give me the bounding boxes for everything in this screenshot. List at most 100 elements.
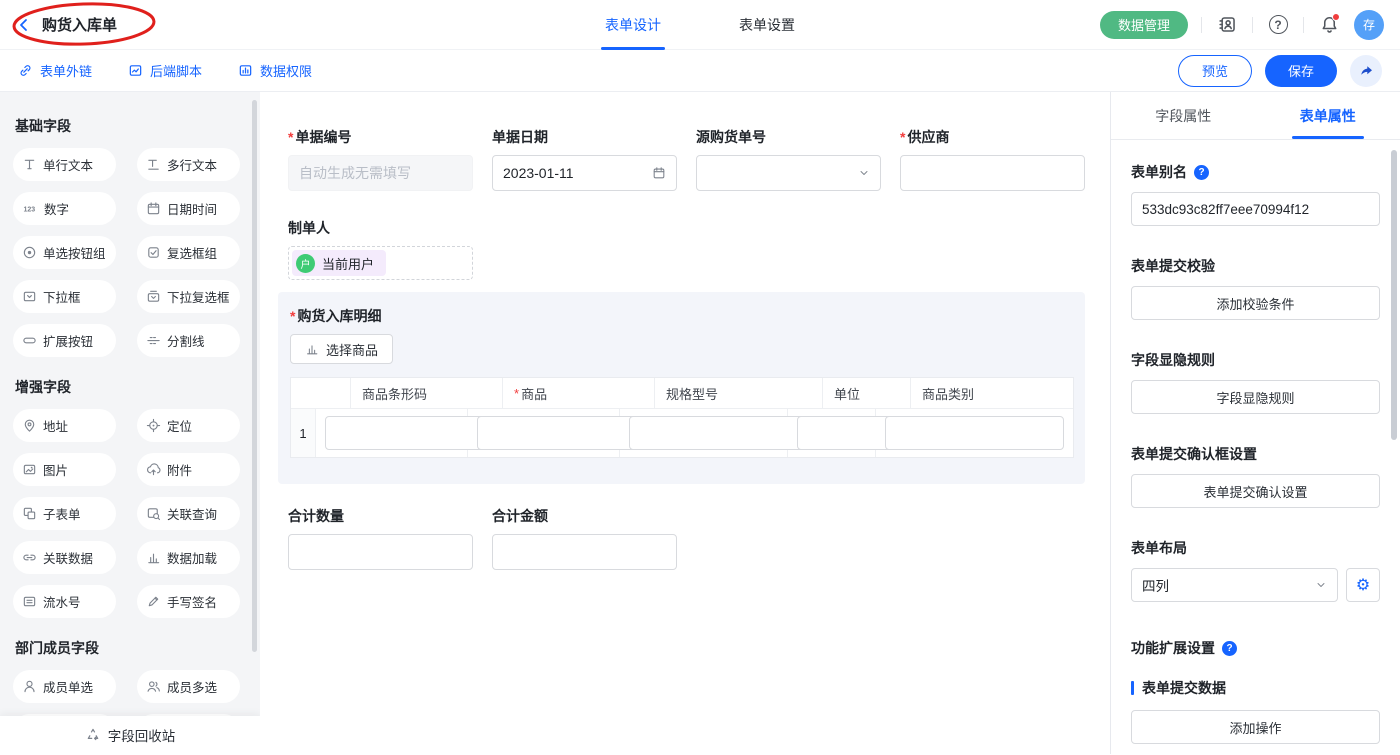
category-cell-input[interactable] <box>885 416 1064 450</box>
total-qty-input[interactable] <box>299 544 462 560</box>
column-header-unit: 单位 <box>823 378 911 409</box>
calendar-icon <box>146 201 161 216</box>
column-header-spec: 规格型号 <box>655 378 823 409</box>
sidebar-item-attachment[interactable]: 附件 <box>137 453 240 486</box>
sidebar-item-extend-button[interactable]: 扩展按钮 <box>13 324 116 357</box>
field-source-order[interactable]: 源购货单号 <box>696 128 881 191</box>
sidebar-item-checkbox-group[interactable]: 复选框组 <box>137 236 240 269</box>
header-tabs: 表单设计 表单设置 <box>601 0 799 50</box>
sidebar-item-serial-number[interactable]: 流水号 <box>13 585 116 618</box>
sidebar-item-related-data[interactable]: 关联数据 <box>13 541 116 574</box>
column-header-category: 商品类别 <box>911 378 1073 409</box>
source-order-select[interactable] <box>696 155 881 191</box>
doc-date-input[interactable]: 2023-01-11 <box>492 155 677 191</box>
supplier-input[interactable] <box>911 165 1074 181</box>
sidebar-item-data-load[interactable]: 数据加载 <box>137 541 240 574</box>
sidebar-item-member-multi[interactable]: 成员多选 <box>137 670 240 703</box>
sidebar-item-subform[interactable]: 子表单 <box>13 497 116 530</box>
extend-button-icon <box>22 333 37 348</box>
current-user-tag[interactable]: 户 当前用户 <box>292 250 386 276</box>
locate-target-icon <box>146 418 161 433</box>
radio-icon <box>22 245 37 260</box>
tab-form-properties[interactable]: 表单属性 <box>1256 92 1400 139</box>
help-icon[interactable]: ? <box>1266 13 1290 37</box>
save-button[interactable]: 保存 <box>1265 55 1337 87</box>
submit-confirm-label: 表单提交确认框设置 <box>1131 444 1380 464</box>
field-doc-no[interactable]: *单据编号 <box>288 128 473 191</box>
detail-table: 商品条形码 *商品 规格型号 单位 商品类别 1 <box>290 377 1074 458</box>
submit-confirm-button[interactable]: 表单提交确认设置 <box>1131 474 1380 508</box>
data-permission-icon <box>238 63 253 78</box>
help-icon[interactable]: ? <box>1194 165 1209 180</box>
field-total-amount[interactable]: 合计金额 <box>492 507 677 570</box>
form-alias-input[interactable] <box>1142 202 1369 217</box>
sidebar-scrollbar[interactable] <box>252 100 257 652</box>
select-product-button[interactable]: 选择商品 <box>290 334 393 364</box>
properties-panel: 字段属性 表单属性 表单别名 ? 表单提交校验 添加校验条件 字段显隐规则 字段… <box>1110 92 1400 754</box>
sidebar-item-dropdown[interactable]: 下拉框 <box>13 280 116 313</box>
field-creator[interactable]: 制单人 户 当前用户 <box>288 219 1085 280</box>
avatar[interactable]: 存 <box>1354 10 1384 40</box>
spec-cell-input[interactable] <box>629 416 808 450</box>
form-layout-select[interactable]: 四列 <box>1131 568 1338 602</box>
sidebar-item-related-query[interactable]: 关联查询 <box>137 497 240 530</box>
user-avatar-icon: 户 <box>296 254 315 273</box>
data-permission-link[interactable]: 数据权限 <box>238 61 312 80</box>
sidebar-item-member-single[interactable]: 成员单选 <box>13 670 116 703</box>
creator-value-box[interactable]: 户 当前用户 <box>288 246 473 280</box>
subform-icon <box>22 506 37 521</box>
dropdown-multi-icon <box>146 289 161 304</box>
notification-bell-icon[interactable] <box>1317 13 1341 37</box>
section-title-member-fields: 部门成员字段 <box>15 638 246 658</box>
notification-dot <box>1332 13 1340 21</box>
sidebar-item-number[interactable]: 123 数字 <box>13 192 116 225</box>
help-icon[interactable]: ? <box>1222 641 1237 656</box>
sidebar-item-locate[interactable]: 定位 <box>137 409 240 442</box>
submit-data-add-action-button[interactable]: 添加操作 <box>1131 710 1380 744</box>
field-visibility-label: 字段显隐规则 <box>1131 350 1380 370</box>
layout-settings-button[interactable]: ⚙ <box>1346 568 1380 602</box>
backend-script-link[interactable]: 后端脚本 <box>128 61 202 80</box>
sidebar-item-divider-line[interactable]: 分割线 <box>137 324 240 357</box>
bar-chart-icon <box>305 342 319 356</box>
sidebar-item-single-text[interactable]: 单行文本 <box>13 148 116 181</box>
tab-field-properties[interactable]: 字段属性 <box>1111 92 1256 139</box>
section-title-basic-fields: 基础字段 <box>15 116 246 136</box>
contacts-icon[interactable] <box>1215 13 1239 37</box>
app-header: 购货入库单 表单设计 表单设置 数据管理 ? 存 <box>0 0 1400 50</box>
column-header-barcode: 商品条形码 <box>351 378 503 409</box>
preview-button[interactable]: 预览 <box>1178 55 1252 87</box>
field-visibility-button[interactable]: 字段显隐规则 <box>1131 380 1380 414</box>
tab-form-design[interactable]: 表单设计 <box>601 0 665 50</box>
doc-no-input[interactable] <box>299 165 462 181</box>
divider <box>1201 17 1202 33</box>
sidebar-item-address[interactable]: 地址 <box>13 409 116 442</box>
field-doc-date[interactable]: 单据日期 2023-01-11 <box>492 128 677 191</box>
sidebar-item-multi-text[interactable]: 多行文本 <box>137 148 240 181</box>
member-single-icon <box>22 679 37 694</box>
panel-scrollbar[interactable] <box>1391 150 1397 440</box>
related-query-icon <box>146 506 161 521</box>
number-icon: 123 <box>22 201 38 216</box>
back-icon[interactable] <box>16 17 32 33</box>
dropdown-icon <box>22 289 37 304</box>
sidebar-item-radio-group[interactable]: 单选按钮组 <box>13 236 116 269</box>
sidebar-item-datetime[interactable]: 日期时间 <box>137 192 240 225</box>
field-recycle-bin[interactable]: 字段回收站 <box>0 716 260 754</box>
sidebar-item-image[interactable]: 图片 <box>13 453 116 486</box>
group-marker <box>1131 681 1134 695</box>
field-palette-sidebar: 基础字段 单行文本 多行文本 123 数字 日期时间 单选按钮组 <box>0 92 260 754</box>
total-amount-input[interactable] <box>503 544 666 560</box>
sidebar-item-dropdown-multi[interactable]: 下拉复选框 <box>137 280 240 313</box>
data-manage-button[interactable]: 数据管理 <box>1100 11 1188 39</box>
share-button[interactable] <box>1350 55 1382 87</box>
field-supplier[interactable]: *供应商 <box>900 128 1085 191</box>
row-number: 1 <box>291 409 316 457</box>
add-validation-button[interactable]: 添加校验条件 <box>1131 286 1380 320</box>
field-total-qty[interactable]: 合计数量 <box>288 507 473 570</box>
form-external-link[interactable]: 表单外链 <box>18 61 92 80</box>
sidebar-item-signature[interactable]: 手写签名 <box>137 585 240 618</box>
detail-subform-section[interactable]: *购货入库明细 选择商品 商品条形码 *商品 规格型号 单位 商品类别 1 <box>278 292 1085 484</box>
tab-form-settings[interactable]: 表单设置 <box>735 0 799 50</box>
column-header-product: *商品 <box>503 378 655 409</box>
